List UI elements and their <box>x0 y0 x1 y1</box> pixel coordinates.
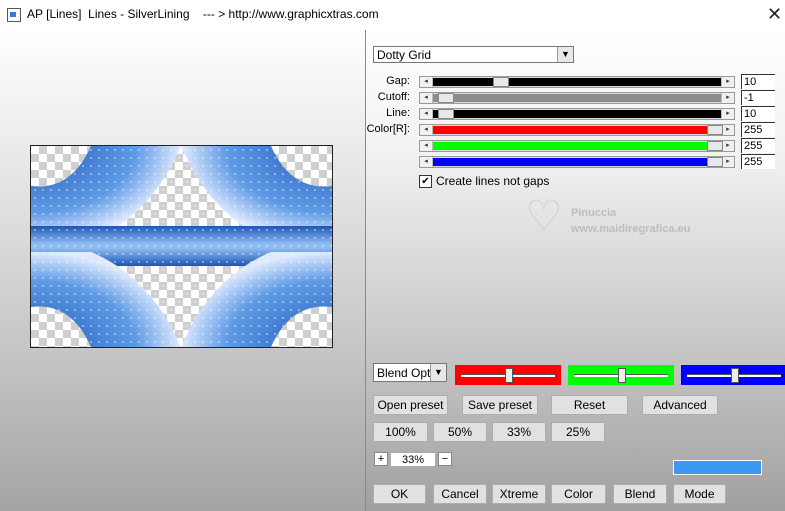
arrow-right-icon[interactable]: ▸ <box>721 77 734 87</box>
slider-fill <box>433 78 723 86</box>
cancel-button[interactable]: Cancel <box>433 484 487 504</box>
arrow-right-icon[interactable]: ▸ <box>721 93 734 103</box>
open-preset-button[interactable]: Open preset <box>373 395 448 415</box>
slider-label: Line: <box>386 107 410 119</box>
slider-value-field[interactable]: 10 <box>741 106 775 121</box>
reset-button[interactable]: Reset <box>551 395 628 415</box>
mode-button[interactable]: Mode <box>673 484 726 504</box>
red-channel-slider[interactable] <box>455 365 561 385</box>
blue-channel-slider[interactable] <box>681 365 785 385</box>
arrow-left-icon[interactable]: ◂ <box>420 157 433 167</box>
slider-track[interactable]: ◂ ▸ <box>419 76 735 88</box>
slider-fill <box>433 110 723 118</box>
zoom-50-button[interactable]: 50% <box>433 422 487 442</box>
arrow-left-icon[interactable]: ◂ <box>420 93 433 103</box>
slider-label: Color[R]: <box>366 123 410 135</box>
mini-slider-thumb[interactable] <box>731 368 739 383</box>
slider-track[interactable]: ◂ ▸ <box>419 124 735 136</box>
zoom-in-button[interactable]: + <box>374 452 388 466</box>
slider-value-field[interactable]: -1 <box>741 90 775 105</box>
preset-dropdown[interactable]: Dotty Grid ▼ <box>373 46 574 63</box>
arrow-right-icon[interactable]: ▸ <box>721 109 734 119</box>
arrow-left-icon[interactable]: ◂ <box>420 109 433 119</box>
blend-options-dropdown[interactable]: Blend Opti ▼ <box>373 363 447 382</box>
create-lines-checkbox[interactable]: ✔ <box>419 175 432 188</box>
slider-track[interactable]: ◂ ▸ <box>419 156 735 168</box>
zoom-25-button[interactable]: 25% <box>551 422 605 442</box>
preset-dropdown-value: Dotty Grid <box>377 48 432 62</box>
mini-slider-thumb[interactable] <box>505 368 513 383</box>
watermark-name: Pinuccia <box>571 207 617 219</box>
slider-label: Cutoff: <box>377 91 410 103</box>
zoom-100-button[interactable]: 100% <box>373 422 428 442</box>
arrow-left-icon[interactable]: ◂ <box>420 125 433 135</box>
blend-button[interactable]: Blend <box>613 484 667 504</box>
slider-value-field[interactable]: 10 <box>741 74 775 89</box>
arrow-left-icon[interactable]: ◂ <box>420 77 433 87</box>
slider-thumb[interactable] <box>493 77 509 87</box>
preview-image <box>31 146 332 347</box>
green-channel-slider[interactable] <box>568 365 674 385</box>
color-swatch[interactable] <box>673 460 762 475</box>
slider-label: Gap: <box>386 75 410 87</box>
slider-fill <box>433 126 723 134</box>
app-icon <box>7 8 21 22</box>
arrow-left-icon[interactable]: ◂ <box>420 141 433 151</box>
advanced-button[interactable]: Advanced <box>642 395 718 415</box>
slider-thumb[interactable] <box>707 125 723 135</box>
slider-thumb[interactable] <box>707 157 723 167</box>
slider-fill <box>433 158 723 166</box>
slider-thumb[interactable] <box>438 93 454 103</box>
zoom-value-field[interactable]: 33% <box>390 452 436 467</box>
create-lines-label: Create lines not gaps <box>436 174 550 188</box>
slider-thumb[interactable] <box>707 141 723 151</box>
close-icon[interactable]: ✕ <box>767 3 782 25</box>
mini-slider-thumb[interactable] <box>618 368 626 383</box>
chevron-down-icon[interactable]: ▼ <box>557 47 573 62</box>
ok-button[interactable]: OK <box>373 484 426 504</box>
slider-track[interactable]: ◂ ▸ <box>419 92 735 104</box>
slider-track[interactable]: ◂ ▸ <box>419 108 735 120</box>
chevron-down-icon[interactable]: ▼ <box>430 364 446 381</box>
preview-canvas[interactable] <box>30 145 333 348</box>
title-bar: AP [Lines] Lines - SilverLining --- > ht… <box>0 0 785 30</box>
heart-logo-icon: ♡ <box>525 192 563 239</box>
slider-track[interactable]: ◂ ▸ <box>419 140 735 152</box>
save-preset-button[interactable]: Save preset <box>462 395 538 415</box>
slider-thumb[interactable] <box>438 109 454 119</box>
window-title: AP [Lines] Lines - SilverLining --- > ht… <box>27 7 379 21</box>
slider-value-field[interactable]: 255 <box>741 122 775 137</box>
watermark: ♡ Pinuccia www.maidiregrafica.eu <box>525 195 725 245</box>
watermark-url: www.maidiregrafica.eu <box>571 223 691 235</box>
slider-fill <box>433 94 723 102</box>
color-button[interactable]: Color <box>551 484 606 504</box>
slider-fill <box>433 142 723 150</box>
zoom-out-button[interactable]: − <box>438 452 452 466</box>
zoom-33-button[interactable]: 33% <box>492 422 546 442</box>
xtreme-button[interactable]: Xtreme <box>492 484 546 504</box>
slider-value-field[interactable]: 255 <box>741 138 775 153</box>
slider-value-field[interactable]: 255 <box>741 154 775 169</box>
blend-options-value: Blend Opti <box>377 366 434 380</box>
